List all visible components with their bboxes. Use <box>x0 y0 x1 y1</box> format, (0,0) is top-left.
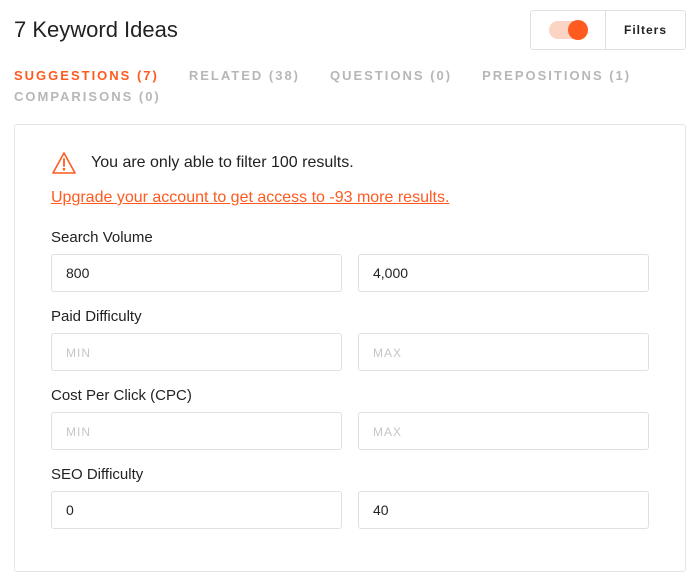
tabs-row: SUGGESTIONS (7) RELATED (38) QUESTIONS (… <box>14 68 686 104</box>
max-placeholder: MAX <box>373 346 402 360</box>
upgrade-link[interactable]: Upgrade your account to get access to -9… <box>51 189 449 207</box>
min-placeholder: MIN <box>66 346 91 360</box>
paid-difficulty-min-input[interactable]: MIN <box>51 333 342 371</box>
alert-text: You are only able to filter 100 results. <box>91 154 354 172</box>
alert-icon <box>51 151 77 175</box>
filter-label-search-volume: Search Volume <box>51 229 649 246</box>
tab-related[interactable]: RELATED (38) <box>189 68 300 83</box>
filters-toggle[interactable] <box>549 21 587 39</box>
paid-difficulty-max-input[interactable]: MAX <box>358 333 649 371</box>
seo-difficulty-min-input[interactable]: 0 <box>51 491 342 529</box>
tab-prepositions[interactable]: PREPOSITIONS (1) <box>482 68 631 83</box>
filter-label-paid-difficulty: Paid Difficulty <box>51 308 649 325</box>
filters-button[interactable]: Filters <box>606 13 685 47</box>
filter-search-volume: Search Volume 800 4,000 <box>51 229 649 292</box>
filter-cpc: Cost Per Click (CPC) MIN MAX <box>51 387 649 450</box>
filter-paid-difficulty: Paid Difficulty MIN MAX <box>51 308 649 371</box>
search-volume-min-input[interactable]: 800 <box>51 254 342 292</box>
filters-toggle-cell <box>531 11 606 49</box>
seo-difficulty-max-input[interactable]: 40 <box>358 491 649 529</box>
search-volume-max-input[interactable]: 4,000 <box>358 254 649 292</box>
tab-suggestions[interactable]: SUGGESTIONS (7) <box>14 68 159 83</box>
min-placeholder: MIN <box>66 425 91 439</box>
alert-row: You are only able to filter 100 results. <box>51 151 649 175</box>
filter-label-cpc: Cost Per Click (CPC) <box>51 387 649 404</box>
max-placeholder: MAX <box>373 425 402 439</box>
tab-comparisons[interactable]: COMPARISONS (0) <box>14 89 161 104</box>
filters-panel: You are only able to filter 100 results.… <box>14 124 686 572</box>
page-title: 7 Keyword Ideas <box>14 17 178 43</box>
header-controls: Filters <box>530 10 686 50</box>
tab-questions[interactable]: QUESTIONS (0) <box>330 68 452 83</box>
filter-label-seo-difficulty: SEO Difficulty <box>51 466 649 483</box>
cpc-min-input[interactable]: MIN <box>51 412 342 450</box>
toggle-knob <box>568 20 588 40</box>
cpc-max-input[interactable]: MAX <box>358 412 649 450</box>
filter-seo-difficulty: SEO Difficulty 0 40 <box>51 466 649 529</box>
